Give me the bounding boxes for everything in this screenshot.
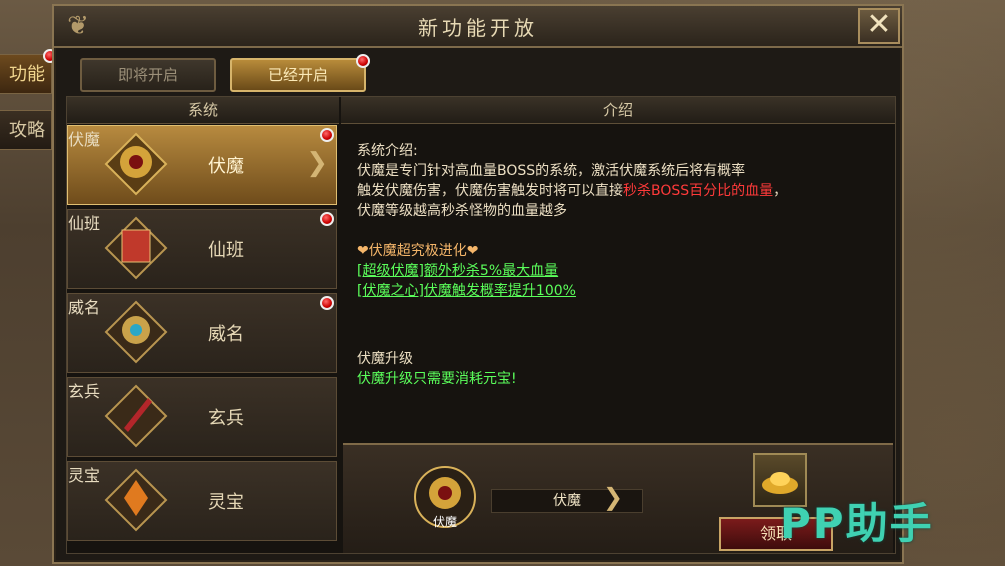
close-icon: ✕ — [866, 7, 892, 42]
system-label: 伏魔 — [208, 156, 244, 177]
evolve-title: ❤伏魔超究极进化❤ — [357, 243, 479, 259]
content-panel: 系统 介绍 伏魔 伏魔 ❯ 仙班 仙班 威名 威名 玄兵 玄兵 灵宝 灵宝 系统… — [66, 96, 896, 554]
description-line: 伏魔等级越高秒杀怪物的血量越多 — [357, 203, 567, 219]
system-item-weiming[interactable]: 威名 威名 — [67, 293, 337, 373]
side-tab-label: 功能 — [9, 64, 45, 85]
emblem-tag: 仙班 — [68, 214, 101, 233]
system-label: 威名 — [208, 324, 244, 345]
emblem-tag: 伏魔 — [432, 515, 457, 529]
weapon-emblem-icon — [104, 384, 168, 448]
description-heading: 系统介绍: — [357, 143, 418, 159]
system-label: 仙班 — [208, 240, 244, 261]
emblem-tag: 灵宝 — [68, 466, 101, 485]
system-list: 伏魔 伏魔 ❯ 仙班 仙班 威名 威名 玄兵 玄兵 灵宝 灵宝 — [67, 125, 339, 553]
orb-emblem-icon — [104, 300, 168, 364]
side-tab-guide[interactable]: 攻略 — [0, 110, 52, 150]
system-label: 灵宝 — [208, 492, 244, 513]
description: 系统介绍: 伏魔是专门针对高血量BOSS的系统，激活伏魔系统后将有概率 触发伏魔… — [357, 141, 887, 389]
description-line: 触发伏魔伤害，伏魔伤害触发时将可以直接秒杀BOSS百分比的血量， — [357, 181, 887, 201]
notification-dot — [320, 212, 334, 226]
upgrade-title: 伏魔升级 — [357, 351, 413, 367]
system-label: 玄兵 — [208, 408, 244, 429]
tab-opened[interactable]: 已经开启 — [230, 54, 370, 92]
emblem-tag: 伏魔 — [68, 130, 101, 149]
tab-upcoming[interactable]: 即将开启 — [80, 58, 216, 92]
scroll-emblem-icon — [104, 216, 168, 280]
tab-label: 即将开启 — [117, 66, 178, 84]
treasure-emblem-icon — [104, 468, 168, 532]
emblem-tag: 玄兵 — [68, 382, 101, 401]
highlight-text: 秒杀BOSS百分比的血量 — [623, 183, 774, 199]
tab-label: 已经开启 — [267, 66, 328, 84]
side-tab-label: 攻略 — [9, 120, 45, 141]
fumo-emblem-icon — [104, 132, 168, 196]
system-item-fumo[interactable]: 伏魔 伏魔 ❯ — [67, 125, 337, 205]
column-header-intro: 介绍 — [341, 97, 895, 124]
notification-dot — [320, 128, 334, 142]
emblem-tag: 威名 — [68, 298, 101, 317]
side-tab-function[interactable]: 功能 — [0, 49, 57, 94]
upgrade-text: 伏魔升级只需要消耗元宝! — [357, 371, 517, 387]
description-line: 伏魔是专门针对高血量BOSS的系统，激活伏魔系统后将有概率 — [357, 163, 746, 179]
close-button[interactable]: ✕ — [858, 8, 900, 44]
system-item-xianban[interactable]: 仙班 仙班 — [67, 209, 337, 289]
evolve-link[interactable]: [伏魔之心]伏魔触发概率提升100% — [357, 281, 887, 301]
watermark-logo: PP助手 — [780, 499, 934, 548]
title-bar: ❦ 新功能开放 ✕ — [54, 6, 902, 48]
chevron-right-icon: ❯ — [603, 483, 624, 511]
notification-dot — [320, 296, 334, 310]
chevron-right-icon: ❯ — [306, 148, 328, 178]
notification-dot — [356, 54, 370, 68]
system-item-xuanbing[interactable]: 玄兵 玄兵 — [67, 377, 337, 457]
system-item-lingbao[interactable]: 灵宝 灵宝 — [67, 461, 337, 541]
window-title: 新功能开放 — [418, 16, 538, 40]
text-segment: 触发伏魔伤害，伏魔伤害触发时将可以直接 — [357, 183, 623, 199]
text-segment: ， — [773, 183, 788, 199]
evolve-link[interactable]: [超级伏魔]额外秒杀5%最大血量 — [357, 261, 887, 281]
feature-window: ❦ 新功能开放 ✕ 即将开启 已经开启 系统 介绍 伏魔 伏魔 ❯ 仙班 仙班 … — [52, 4, 904, 564]
column-header-system: 系统 — [67, 97, 339, 124]
